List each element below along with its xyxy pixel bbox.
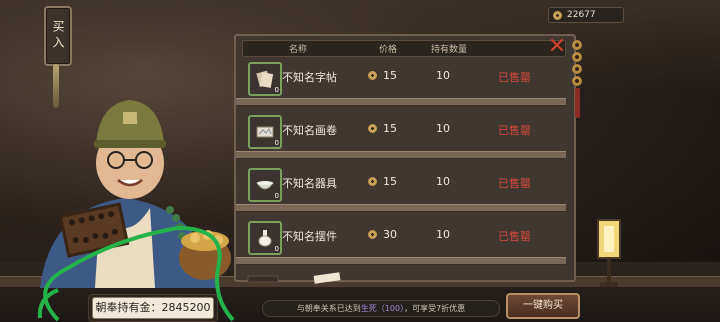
price-value: 15 <box>383 122 397 135</box>
item-slot[interactable]: 0 <box>248 115 282 149</box>
item-count: 0 <box>274 192 279 200</box>
item-held: 10 <box>436 175 450 188</box>
item-price: 15 <box>368 175 397 188</box>
item-count: 0 <box>274 86 279 94</box>
relation-prefix: 与朝奉关系已达到 <box>296 304 361 313</box>
player-gold-display: 22677 <box>548 7 624 23</box>
shelf-divider <box>236 204 566 212</box>
item-name: 不知名器具 <box>282 177 337 190</box>
shop-row[interactable]: 0 不知名摆件 30 10 已售罄 <box>240 217 564 259</box>
merchant-illustration <box>40 100 231 288</box>
calligraphy-icon <box>256 70 274 88</box>
item-count: 0 <box>274 139 279 147</box>
price-value: 15 <box>383 69 397 82</box>
item-slot[interactable]: 0 <box>248 221 282 255</box>
item-status: 已售罄 <box>498 230 531 243</box>
item-price: 15 <box>368 122 397 135</box>
coin-icon <box>368 124 377 133</box>
close-button[interactable]: ✕ <box>546 36 568 59</box>
bowl-icon <box>256 181 274 190</box>
price-value: 15 <box>383 175 397 188</box>
price-value: 30 <box>383 228 397 241</box>
item-slot[interactable]: 0 <box>248 62 282 96</box>
vase-icon <box>258 230 272 247</box>
item-status: 已售罄 <box>498 177 531 190</box>
player-gold-value: 22677 <box>567 10 596 20</box>
shelf-divider <box>236 257 566 265</box>
item-held: 10 <box>436 122 450 135</box>
column-price: 价格 <box>379 45 398 55</box>
coin-icon <box>368 230 377 239</box>
item-name: 不知名画卷 <box>282 124 337 137</box>
buy-tab-banner[interactable]: 买入 <box>44 6 72 66</box>
shop-row[interactable]: 0 不知名画卷 15 10 已售罄 <box>240 111 564 153</box>
column-name: 名称 <box>289 45 308 55</box>
item-name: 不知名摆件 <box>282 230 337 243</box>
counter-paper-decoration <box>247 272 341 284</box>
coin-icon <box>368 71 377 80</box>
item-held: 10 <box>436 69 450 82</box>
coin-chain-decoration <box>572 40 582 88</box>
item-price: 30 <box>368 228 397 241</box>
shelf-divider <box>236 98 566 106</box>
item-price: 15 <box>368 69 397 82</box>
relation-value: （100） <box>376 304 405 313</box>
relation-info-bar: 与朝奉关系已达到生死（100），可享受7折优惠 <box>262 300 500 317</box>
item-count: 0 <box>274 245 279 253</box>
lantern-icon <box>597 219 621 287</box>
shelf-divider <box>236 151 566 159</box>
item-name: 不知名字帖 <box>282 71 337 84</box>
coin-icon <box>553 10 562 20</box>
shop-table-header: 名称 价格 持有数量 <box>242 40 566 57</box>
item-status: 已售罄 <box>498 124 531 137</box>
buy-all-button[interactable]: 一键购买 <box>506 293 580 319</box>
shop-row[interactable]: 0 不知名字帖 15 10 已售罄 <box>240 58 564 100</box>
merchant-gold-label: 朝奉持有金：2845200 <box>92 297 214 319</box>
chain-tassel <box>575 88 580 118</box>
banner-label: 买入 <box>51 20 65 52</box>
relation-level: 生死 <box>360 304 377 313</box>
item-slot[interactable]: 0 <box>248 168 282 202</box>
coin-icon <box>368 177 377 186</box>
column-held: 持有数量 <box>431 45 468 55</box>
scroll-painting-icon <box>256 126 274 138</box>
item-status: 已售罄 <box>498 71 531 84</box>
relation-suffix: ，可享受7折优惠 <box>404 304 466 313</box>
shop-row[interactable]: 0 不知名器具 15 10 已售罄 <box>240 164 564 206</box>
item-held: 10 <box>436 228 450 241</box>
